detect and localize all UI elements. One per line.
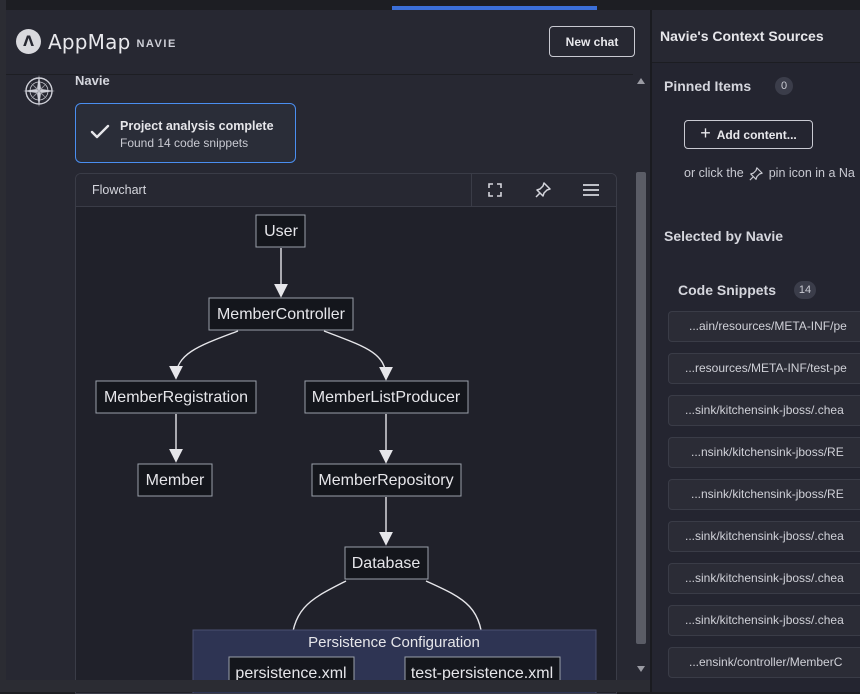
menu-icon[interactable]	[580, 180, 602, 200]
scroll-up-arrow-icon[interactable]	[637, 78, 645, 84]
node-member-repository[interactable]: MemberRepository	[311, 463, 462, 497]
status-title: Project analysis complete	[120, 119, 274, 133]
code-snippet-item[interactable]: ...sink/kitchensink-jboss/.chea	[668, 521, 860, 552]
selected-by-navie-label: Selected by Navie	[664, 228, 784, 244]
node-database[interactable]: Database	[344, 546, 429, 580]
plus-icon: +	[700, 123, 711, 143]
add-content-button[interactable]: + Add content...	[684, 120, 813, 149]
code-snippet-item[interactable]: ...resources/META-INF/test-pe	[668, 353, 860, 384]
context-sources-header: Navie's Context Sources	[652, 10, 860, 63]
node-label: Member	[146, 472, 205, 489]
code-snippet-item[interactable]: ...ensink/controller/MemberC	[668, 647, 860, 678]
expand-icon[interactable]	[484, 180, 506, 200]
pin-icon[interactable]	[532, 180, 554, 200]
pin-hint-after: pin icon in a Na	[768, 166, 855, 180]
code-snippet-item[interactable]: ...sink/kitchensink-jboss/.chea	[668, 563, 860, 594]
code-snippet-path: ...ain/resources/META-INF/pe	[689, 319, 847, 333]
toolbar-divider	[471, 174, 472, 206]
persistence-group-label: Persistence Configuration	[308, 634, 480, 651]
code-snippet-path: ...sink/kitchensink-jboss/.chea	[685, 571, 844, 585]
navie-compass-icon	[22, 74, 56, 108]
pin-icon	[749, 166, 763, 181]
node-label: User	[264, 223, 298, 240]
code-snippet-path: ...resources/META-INF/test-pe	[685, 361, 847, 375]
node-label: MemberRepository	[318, 472, 453, 489]
flowchart-panel: Flowchart Persistence Configuration User…	[75, 173, 617, 694]
message-author: Navie	[75, 73, 110, 88]
code-snippet-path: ...sink/kitchensink-jboss/.chea	[685, 613, 844, 627]
code-snippet-path: ...sink/kitchensink-jboss/.chea	[685, 529, 844, 543]
flowchart-toolbar: Flowchart	[76, 174, 616, 207]
appmap-logo-icon: Λ	[16, 29, 41, 54]
new-chat-button[interactable]: New chat	[549, 26, 635, 57]
node-member-controller[interactable]: MemberController	[208, 297, 354, 331]
context-sources-panel: Navie's Context Sources Pinned Items 0 +…	[652, 10, 860, 692]
code-snippet-path: ...ensink/controller/MemberC	[689, 655, 843, 669]
code-snippet-item[interactable]: ...ain/resources/META-INF/pe	[668, 311, 860, 342]
code-snippet-path: ...nsink/kitchensink-jboss/RE	[691, 445, 844, 459]
code-snippet-item[interactable]: ...nsink/kitchensink-jboss/RE	[668, 437, 860, 468]
node-label: MemberController	[217, 306, 346, 323]
add-content-label: Add content...	[716, 127, 797, 142]
node-label: MemberRegistration	[104, 389, 248, 406]
code-snippets-label: Code Snippets	[678, 282, 777, 298]
node-user[interactable]: User	[255, 214, 306, 248]
logo-text: AppMap	[48, 29, 131, 54]
flowchart-title: Flowchart	[92, 183, 147, 197]
code-snippet-list: ...ain/resources/META-INF/pe ...resources…	[668, 311, 860, 689]
analysis-status-card: Project analysis complete Found 14 code …	[75, 103, 296, 163]
code-snippet-item[interactable]: ...nsink/kitchensink-jboss/RE	[668, 479, 860, 510]
appmap-logo: Λ AppMap NAVIE	[16, 29, 177, 54]
node-member-registration[interactable]: MemberRegistration	[95, 380, 257, 414]
node-label: Database	[352, 555, 421, 572]
pinned-items-label: Pinned Items	[664, 78, 752, 94]
code-snippet-path: ...nsink/kitchensink-jboss/RE	[691, 487, 844, 501]
pinned-items-count: 0	[775, 77, 793, 95]
pin-hint: or click the pin icon in a Na	[684, 166, 855, 181]
flowchart-diagram: Persistence Configuration User MemberCon…	[95, 214, 597, 693]
scroll-thumb[interactable]	[636, 172, 646, 644]
code-snippet-path: ...sink/kitchensink-jboss/.chea	[685, 403, 844, 417]
chat-header: Λ AppMap NAVIE New chat	[6, 10, 650, 75]
logo-subtitle: NAVIE	[136, 37, 177, 50]
status-subtitle: Found 14 code snippets	[120, 136, 249, 150]
code-snippet-item[interactable]: ...sink/kitchensink-jboss/.chea	[668, 395, 860, 426]
pin-hint-before: or click the	[684, 166, 744, 180]
bottom-strip	[6, 680, 650, 692]
context-sources-title: Navie's Context Sources	[660, 28, 824, 44]
node-member[interactable]: Member	[137, 463, 213, 497]
node-label: MemberListProducer	[312, 389, 461, 406]
code-snippet-item[interactable]: ...sink/kitchensink-jboss/.chea	[668, 605, 860, 636]
chat-panel: Λ AppMap NAVIE New chat Navie Project an…	[6, 10, 650, 694]
checkmark-icon	[90, 124, 110, 139]
code-snippets-count: 14	[794, 281, 816, 299]
chat-scrollbar[interactable]	[633, 74, 650, 680]
node-member-list-producer[interactable]: MemberListProducer	[304, 380, 469, 414]
scroll-down-arrow-icon[interactable]	[637, 666, 645, 672]
